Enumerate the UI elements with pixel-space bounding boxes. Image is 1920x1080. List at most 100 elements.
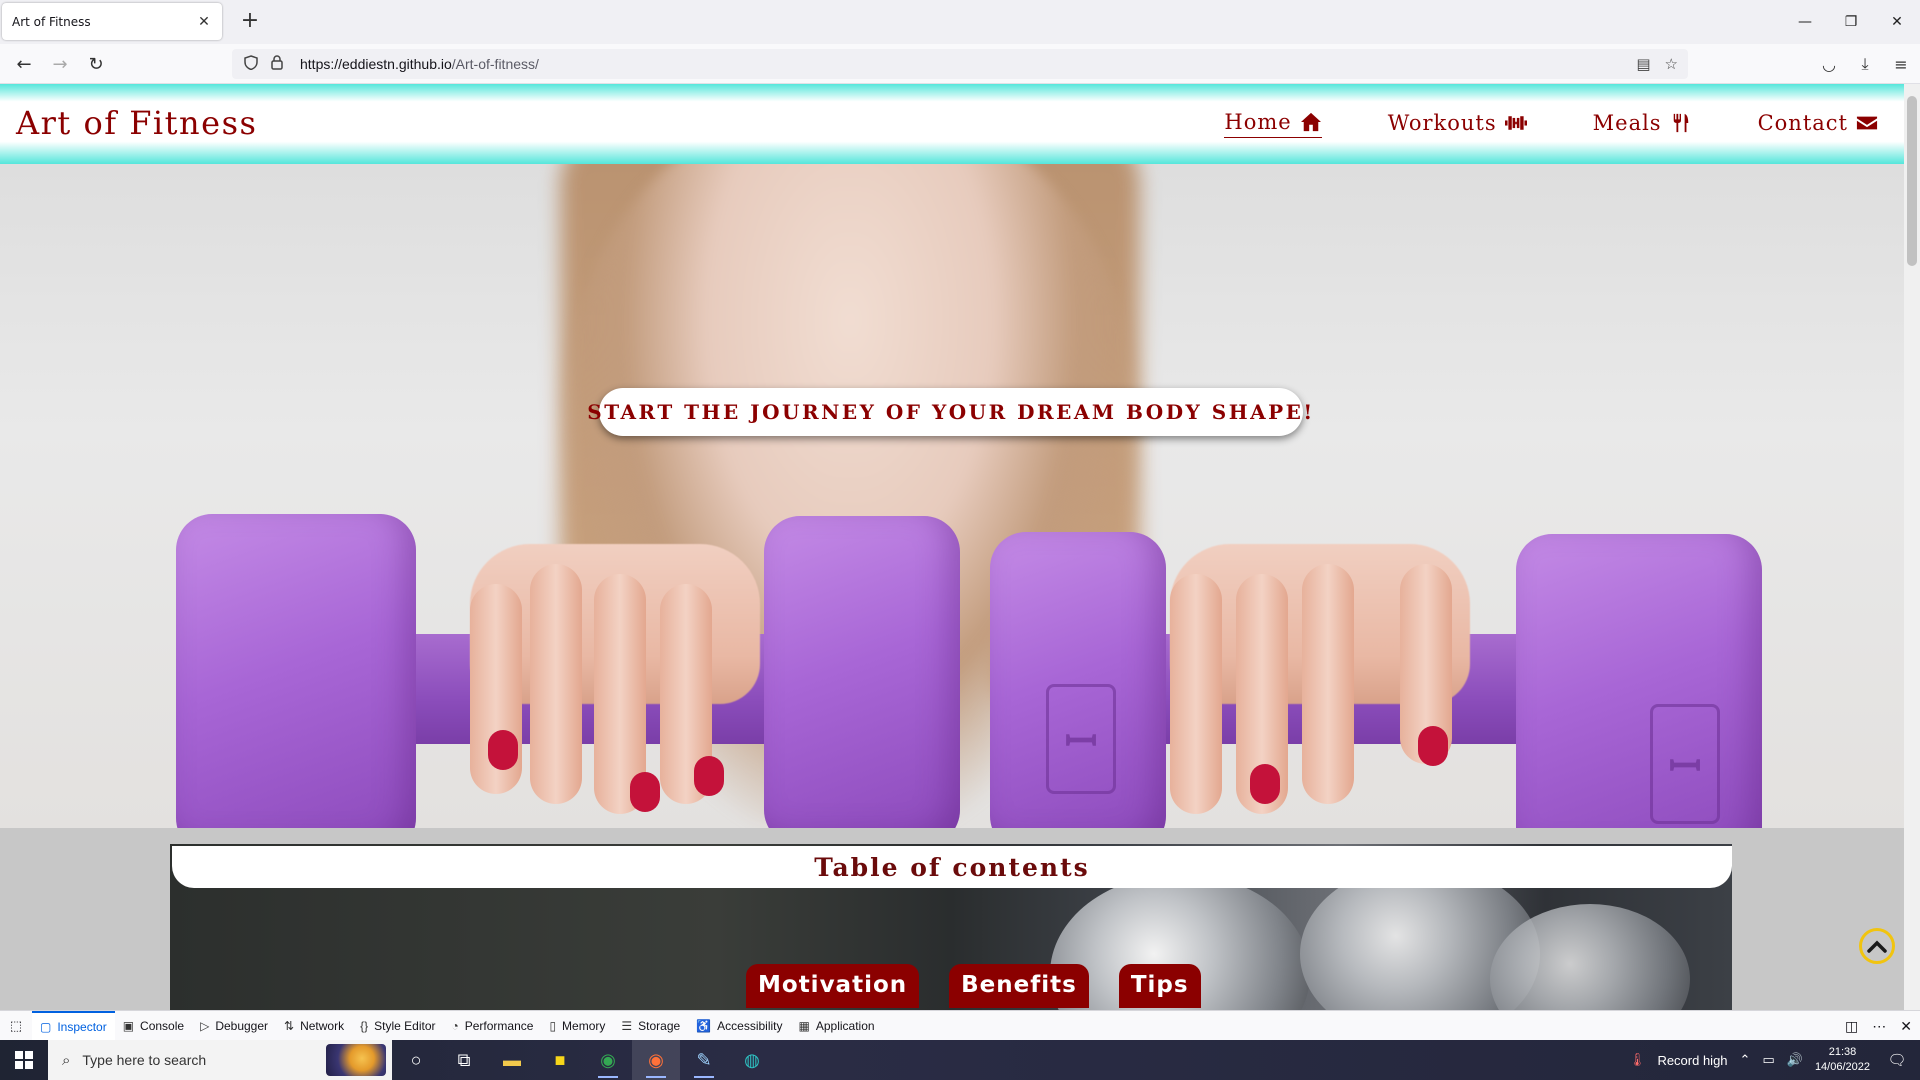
devtools-tab-debugger[interactable]: ▷ Debugger — [192, 1011, 276, 1041]
devtools-tab-label: Application — [815, 1018, 875, 1033]
devtools-toolbar: ⬚ ▢ Inspector ▣ Console ▷ Debugger ⇅ Network… — [0, 1010, 1920, 1041]
clock-time: 21:38 — [1828, 1046, 1857, 1058]
file-explorer-icon[interactable]: ▬ — [488, 1040, 536, 1080]
dumbbell-head-1 — [176, 514, 416, 828]
devtools-tab-network[interactable]: ⇅ Network — [276, 1011, 352, 1041]
network-status-icon[interactable]: ▭ — [1762, 1052, 1774, 1068]
reader-view-icon[interactable]: ▤ — [1636, 55, 1650, 73]
search-highlight-image — [326, 1044, 386, 1076]
performance-icon: ◔ — [451, 1018, 459, 1033]
dumbbell-weight-mark: ꟷ — [1046, 684, 1116, 794]
page-viewport: Art of Fitness Home Workouts Meals Conta… — [0, 84, 1904, 1010]
nail — [694, 756, 724, 796]
devtools-tab-label: Accessibility — [717, 1018, 783, 1033]
hero-tagline: START THE JOURNEY OF YOUR DREAM BODY SHA… — [587, 388, 1312, 436]
back-to-top-button[interactable] — [1859, 928, 1895, 964]
devtools-tab-memory[interactable]: ▯ Memory — [541, 1011, 613, 1041]
envelope-icon — [1856, 116, 1878, 129]
nav-workouts[interactable]: Workouts — [1388, 110, 1527, 138]
back-arrow-icon[interactable]: ← — [8, 49, 40, 79]
address-bar[interactable]: https://eddiestn.github.io/Art-of-fitnes… — [232, 49, 1688, 79]
forward-arrow-icon[interactable]: → — [44, 49, 76, 79]
element-picker-icon[interactable]: ⬚ — [0, 1018, 32, 1034]
nail — [488, 730, 518, 770]
hero-banner: ꟷ ꟷ — [0, 164, 1904, 828]
devtools-tab-application[interactable]: ▦ Application — [791, 1011, 883, 1041]
dumbbell-head-4 — [1516, 534, 1762, 828]
style-editor-icon: {} — [360, 1018, 369, 1033]
devtools-tab-performance[interactable]: ◔ Performance — [443, 1011, 541, 1041]
task-view-icon[interactable]: ⧉ — [440, 1040, 488, 1080]
browser-tab-bar: Art of Fitness ✕ + — ❐ ✕ — [0, 0, 1920, 44]
lock-icon[interactable] — [266, 54, 288, 74]
close-window-button[interactable]: ✕ — [1874, 0, 1920, 44]
nail — [1418, 726, 1448, 766]
finger — [1170, 574, 1222, 814]
search-icon: ⌕ — [62, 1051, 71, 1069]
new-tab-button[interactable]: + — [236, 8, 264, 36]
minimize-button[interactable]: — — [1782, 0, 1828, 44]
bookmark-star-icon[interactable]: ☆ — [1665, 55, 1678, 73]
firefox-icon[interactable]: ◉ — [632, 1040, 680, 1080]
windows-taskbar: ⌕ Type here to search ○ ⧉ ▬ ■ ◉ ◉ ✎ ◍ 🌡 … — [0, 1040, 1920, 1080]
devtools-tab-label: Style Editor — [374, 1018, 436, 1033]
devtools-tab-inspector[interactable]: ▢ Inspector — [32, 1010, 115, 1041]
nav-contact-label: Contact — [1757, 110, 1848, 135]
page-scrollbar[interactable] — [1904, 84, 1920, 1010]
url-host: https://eddiestn.github.io — [300, 56, 452, 72]
devtools-tab-storage[interactable]: ☰ Storage — [613, 1011, 688, 1041]
windows-start-button[interactable] — [0, 1040, 48, 1080]
devtools-tab-label: Console — [140, 1018, 185, 1033]
taskbar-search[interactable]: ⌕ Type here to search — [48, 1040, 392, 1080]
dock-side-icon[interactable]: ◫ — [1845, 1018, 1858, 1035]
restore-button[interactable]: ❐ — [1828, 0, 1874, 44]
edge-icon[interactable]: ◍ — [728, 1040, 776, 1080]
site-nav: Home Workouts Meals Contact — [1224, 110, 1878, 138]
memory-icon: ▯ — [549, 1018, 557, 1033]
weather-text[interactable]: Record high — [1657, 1053, 1727, 1068]
volume-icon[interactable]: 🔊 — [1787, 1052, 1803, 1068]
paint-icon[interactable]: ✎ — [680, 1040, 728, 1080]
nav-contact[interactable]: Contact — [1758, 110, 1878, 138]
devtools-tab-style-editor[interactable]: {} Style Editor — [352, 1011, 443, 1041]
dumbbell-weight-mark: ꟷ — [1650, 704, 1720, 824]
devtools-tab-accessibility[interactable]: ♿ Accessibility — [688, 1011, 790, 1041]
scrollbar-thumb[interactable] — [1907, 96, 1917, 266]
toc-link-tips[interactable]: Tips — [1118, 964, 1201, 1008]
toc-link-benefits[interactable]: Benefits — [949, 964, 1089, 1008]
nav-meals-label: Meals — [1592, 110, 1662, 135]
taskbar-search-placeholder: Type here to search — [82, 1052, 207, 1068]
pocket-icon[interactable]: ◡ — [1816, 55, 1842, 74]
devtools-tab-label: Storage — [638, 1018, 681, 1033]
url-text: https://eddiestn.github.io/Art-of-fitnes… — [300, 56, 539, 72]
taskbar-clock[interactable]: 21:38 14/06/2022 — [1815, 1045, 1870, 1075]
reload-icon[interactable]: ↻ — [80, 49, 112, 79]
toc-title: Table of contents — [172, 846, 1732, 888]
browser-tab[interactable]: Art of Fitness ✕ — [2, 3, 222, 40]
nav-home[interactable]: Home — [1224, 110, 1322, 138]
console-icon: ▣ — [122, 1018, 135, 1033]
storage-icon: ☰ — [621, 1018, 633, 1033]
accessibility-icon: ♿ — [696, 1018, 712, 1033]
site-logo[interactable]: Art of Fitness — [16, 104, 257, 142]
network-icon: ⇅ — [284, 1018, 295, 1033]
toc-link-motivation[interactable]: Motivation — [746, 964, 920, 1008]
devtools-close-icon[interactable]: ✕ — [1900, 1018, 1912, 1035]
menu-hamburger-icon[interactable]: ≡ — [1888, 55, 1914, 74]
nav-meals[interactable]: Meals — [1593, 110, 1692, 138]
devtools-tab-label: Inspector — [57, 1019, 107, 1034]
devtools-tab-label: Network — [300, 1018, 345, 1033]
devtools-tab-console[interactable]: ▣ Console — [115, 1011, 192, 1041]
finger — [1302, 564, 1354, 804]
close-tab-icon[interactable]: ✕ — [196, 14, 212, 30]
downloads-icon[interactable]: ⤓ — [1852, 54, 1878, 74]
tray-chevron-up-icon[interactable]: ⌃ — [1740, 1052, 1751, 1068]
chrome-icon[interactable]: ◉ — [584, 1040, 632, 1080]
notifications-icon[interactable]: 🗨 — [1882, 1051, 1912, 1069]
devtools-more-icon[interactable]: ⋯ — [1872, 1018, 1886, 1035]
site-header: Art of Fitness Home Workouts Meals Conta… — [0, 84, 1904, 164]
tracking-shield-icon[interactable] — [240, 54, 262, 74]
cortana-icon[interactable]: ○ — [392, 1040, 440, 1080]
devtools-tab-label: Performance — [464, 1018, 534, 1033]
sticky-notes-icon[interactable]: ■ — [536, 1040, 584, 1080]
